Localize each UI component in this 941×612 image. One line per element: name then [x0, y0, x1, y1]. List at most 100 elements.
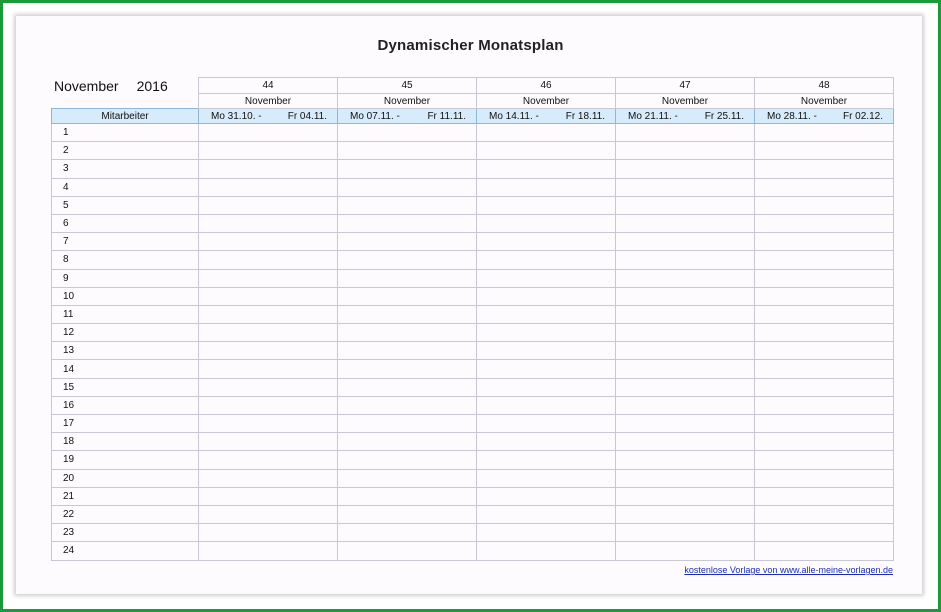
schedule-cell[interactable] — [615, 504, 755, 525]
schedule-cell[interactable] — [198, 268, 338, 288]
schedule-cell[interactable] — [476, 141, 616, 161]
schedule-cell[interactable] — [476, 341, 616, 361]
schedule-cell[interactable] — [198, 486, 338, 506]
schedule-cell[interactable] — [754, 159, 894, 179]
schedule-cell[interactable] — [754, 232, 894, 252]
schedule-cell[interactable] — [754, 523, 894, 543]
schedule-cell[interactable] — [615, 523, 755, 543]
schedule-cell[interactable] — [198, 359, 338, 379]
schedule-cell[interactable] — [754, 268, 894, 288]
schedule-cell[interactable] — [198, 304, 338, 325]
schedule-cell[interactable] — [337, 450, 477, 470]
schedule-cell[interactable] — [615, 177, 755, 197]
schedule-cell[interactable] — [615, 468, 755, 488]
schedule-cell[interactable] — [754, 141, 894, 161]
schedule-cell[interactable] — [615, 195, 755, 215]
schedule-cell[interactable] — [337, 377, 477, 397]
schedule-cell[interactable] — [615, 286, 755, 306]
schedule-cell[interactable] — [615, 323, 755, 343]
schedule-cell[interactable] — [615, 250, 755, 270]
schedule-cell[interactable] — [754, 213, 894, 234]
schedule-cell[interactable] — [615, 541, 755, 561]
schedule-cell[interactable] — [337, 159, 477, 179]
schedule-cell[interactable] — [476, 541, 616, 561]
schedule-cell[interactable] — [754, 450, 894, 470]
schedule-cell[interactable] — [476, 504, 616, 525]
schedule-cell[interactable] — [615, 450, 755, 470]
schedule-cell[interactable] — [615, 141, 755, 161]
schedule-cell[interactable] — [198, 450, 338, 470]
schedule-cell[interactable] — [198, 122, 338, 143]
schedule-cell[interactable] — [198, 232, 338, 252]
schedule-cell[interactable] — [476, 286, 616, 306]
schedule-cell[interactable] — [198, 141, 338, 161]
schedule-cell[interactable] — [476, 159, 616, 179]
schedule-cell[interactable] — [615, 232, 755, 252]
schedule-cell[interactable] — [337, 195, 477, 215]
schedule-cell[interactable] — [198, 504, 338, 525]
schedule-cell[interactable] — [476, 177, 616, 197]
schedule-cell[interactable] — [754, 304, 894, 325]
schedule-cell[interactable] — [476, 232, 616, 252]
schedule-cell[interactable] — [337, 341, 477, 361]
schedule-cell[interactable] — [198, 413, 338, 434]
schedule-cell[interactable] — [198, 468, 338, 488]
schedule-cell[interactable] — [476, 523, 616, 543]
schedule-cell[interactable] — [754, 432, 894, 452]
schedule-cell[interactable] — [337, 177, 477, 197]
schedule-cell[interactable] — [198, 250, 338, 270]
schedule-cell[interactable] — [476, 377, 616, 397]
schedule-cell[interactable] — [476, 413, 616, 434]
schedule-cell[interactable] — [754, 413, 894, 434]
schedule-cell[interactable] — [337, 323, 477, 343]
schedule-cell[interactable] — [615, 395, 755, 416]
schedule-cell[interactable] — [198, 286, 338, 306]
schedule-cell[interactable] — [337, 504, 477, 525]
schedule-cell[interactable] — [476, 250, 616, 270]
schedule-cell[interactable] — [198, 159, 338, 179]
schedule-cell[interactable] — [615, 268, 755, 288]
schedule-cell[interactable] — [337, 250, 477, 270]
schedule-cell[interactable] — [198, 432, 338, 452]
schedule-cell[interactable] — [754, 486, 894, 506]
schedule-cell[interactable] — [615, 213, 755, 234]
schedule-cell[interactable] — [754, 286, 894, 306]
schedule-cell[interactable] — [615, 359, 755, 379]
schedule-cell[interactable] — [337, 213, 477, 234]
schedule-cell[interactable] — [615, 159, 755, 179]
schedule-cell[interactable] — [337, 286, 477, 306]
schedule-cell[interactable] — [337, 486, 477, 506]
schedule-cell[interactable] — [476, 195, 616, 215]
schedule-cell[interactable] — [754, 122, 894, 143]
schedule-cell[interactable] — [615, 122, 755, 143]
schedule-cell[interactable] — [337, 395, 477, 416]
schedule-cell[interactable] — [198, 195, 338, 215]
schedule-cell[interactable] — [476, 268, 616, 288]
schedule-cell[interactable] — [476, 395, 616, 416]
schedule-cell[interactable] — [754, 359, 894, 379]
schedule-cell[interactable] — [754, 195, 894, 215]
schedule-cell[interactable] — [754, 504, 894, 525]
schedule-cell[interactable] — [754, 377, 894, 397]
schedule-cell[interactable] — [337, 541, 477, 561]
schedule-cell[interactable] — [198, 213, 338, 234]
schedule-cell[interactable] — [337, 122, 477, 143]
schedule-cell[interactable] — [754, 341, 894, 361]
schedule-cell[interactable] — [476, 468, 616, 488]
schedule-cell[interactable] — [615, 413, 755, 434]
schedule-cell[interactable] — [476, 323, 616, 343]
schedule-cell[interactable] — [337, 304, 477, 325]
schedule-cell[interactable] — [476, 359, 616, 379]
schedule-cell[interactable] — [754, 323, 894, 343]
schedule-cell[interactable] — [337, 413, 477, 434]
schedule-cell[interactable] — [615, 304, 755, 325]
footer-link[interactable]: kostenlose Vorlage von www.alle-meine-vo… — [684, 565, 893, 575]
schedule-cell[interactable] — [337, 432, 477, 452]
schedule-cell[interactable] — [476, 304, 616, 325]
schedule-cell[interactable] — [198, 377, 338, 397]
schedule-cell[interactable] — [615, 341, 755, 361]
schedule-cell[interactable] — [476, 486, 616, 506]
schedule-cell[interactable] — [615, 486, 755, 506]
schedule-cell[interactable] — [337, 141, 477, 161]
schedule-cell[interactable] — [754, 541, 894, 561]
